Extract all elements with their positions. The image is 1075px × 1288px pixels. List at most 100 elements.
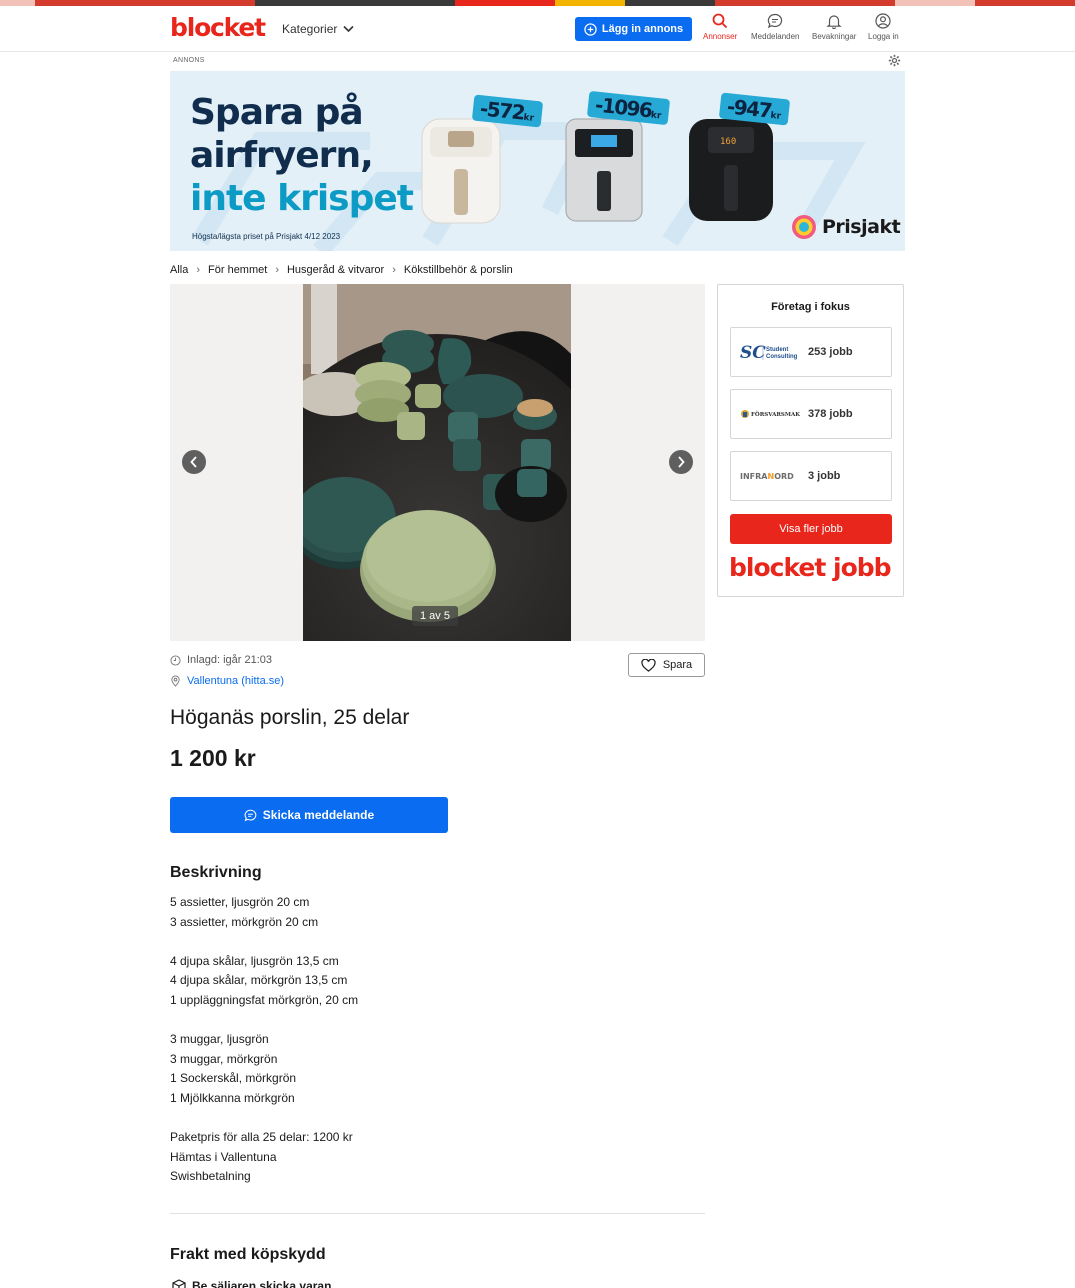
- breadcrumb: Alla › För hemmet › Husgeråd & vitvaror …: [170, 264, 513, 276]
- description-blank-line: [170, 932, 358, 952]
- prisjakt-text: Prisjakt: [822, 216, 901, 238]
- ad-label: ANNONS: [173, 57, 205, 64]
- svg-text:Student: Student: [766, 347, 788, 353]
- description-line: 4 djupa skålar, ljusgrön 13,5 cm: [170, 953, 339, 968]
- chat-icon: [244, 809, 257, 821]
- infranord-logo: INFRANORD: [740, 472, 794, 481]
- description-line: 1 Sockerskål, mörkgrön: [170, 1071, 297, 1086]
- nav-bevakningar[interactable]: Bevakningar: [812, 13, 856, 41]
- save-button[interactable]: Spara: [628, 653, 705, 677]
- chevron-right-icon: [678, 456, 685, 468]
- chevron-down-icon: [343, 25, 354, 33]
- gallery-prev-button[interactable]: [182, 450, 206, 474]
- svg-text:SC: SC: [740, 343, 766, 363]
- site-header: blocket Kategorier Lägg in annons Annons…: [0, 6, 1075, 52]
- location-link[interactable]: Vallentuna (hitta.se): [170, 675, 284, 687]
- svg-text:INFRANORD: INFRANORD: [740, 472, 794, 481]
- description-line: Swishbetalning: [170, 1169, 251, 1184]
- send-message-label: Skicka meddelande: [262, 808, 375, 822]
- breadcrumb-separator: ›: [392, 264, 396, 276]
- price-tag-1-unit: kr: [522, 112, 535, 124]
- shipping-option-label: Be säljaren skicka varan: [192, 1279, 332, 1288]
- price-tag-1-value: -572: [478, 96, 526, 125]
- companies-panel-title: Företag i fokus: [771, 301, 850, 313]
- description-line: 1 uppläggningsfat mörkgrön, 20 cm: [170, 992, 359, 1007]
- description-line: 4 djupa skålar, mörkgrön 13,5 cm: [170, 973, 348, 988]
- description-line: 5 assietter, ljusgrön 20 cm: [170, 895, 310, 909]
- price-tag-2-unit: kr: [650, 110, 662, 122]
- shipping-option[interactable]: Be säljaren skicka varan: [172, 1279, 331, 1288]
- nav-logga-in[interactable]: Logga in: [868, 13, 899, 41]
- clock-icon: [170, 654, 181, 666]
- breadcrumb-husgerad[interactable]: Husgeråd & vitvaror: [287, 264, 384, 276]
- breadcrumb-kokstillbehor[interactable]: Kökstillbehör & porslin: [404, 264, 513, 276]
- blocket-logo[interactable]: blocket: [170, 13, 266, 42]
- blocket-jobb-logo-left: blocket: [729, 553, 826, 582]
- categories-label: Kategorier: [282, 22, 338, 36]
- breadcrumb-separator: ›: [275, 264, 279, 276]
- listing-title: Höganäs porslin, 25 delar: [170, 706, 410, 729]
- nav-annonser-label: Annonser: [703, 32, 738, 41]
- svg-text:160: 160: [720, 137, 736, 147]
- listing-price: 1 200 kr: [170, 745, 256, 771]
- description-line: 3 muggar, ljusgrön: [170, 1032, 269, 1047]
- plus-circle-icon: [584, 22, 597, 36]
- chat-icon: [768, 13, 783, 29]
- prisjakt-ring-icon: [792, 215, 816, 239]
- description-line: Paketpris för alla 25 delar: 1200 kr: [170, 1130, 353, 1145]
- price-tag-2-value: -1096: [593, 92, 653, 123]
- company-jobs-count: 253 jobb: [808, 346, 853, 358]
- airfryer-black-image: 160: [689, 119, 773, 221]
- breadcrumb-for-hemmet[interactable]: För hemmet: [208, 264, 267, 276]
- price-tag-3-unit: kr: [769, 110, 782, 122]
- porcelain-photo: [303, 284, 571, 641]
- airfryer-steel-image: [565, 118, 643, 222]
- description-line: 1 Mjölkkanna mörkgrön: [170, 1090, 295, 1105]
- description-heading: Beskrivning: [170, 864, 262, 881]
- airfryer-white-image: [421, 118, 501, 224]
- nav-meddelanden[interactable]: Meddelanden: [751, 13, 799, 41]
- breadcrumb-alla[interactable]: Alla: [170, 264, 188, 276]
- banner-headline-line2: airfryern,: [190, 135, 374, 176]
- shipping-heading: Frakt med köpskydd: [170, 1246, 326, 1263]
- show-more-jobs-button[interactable]: Visa fler jobb: [730, 514, 892, 544]
- description-line: Hämtas i Vallentuna: [170, 1149, 277, 1164]
- gear-icon[interactable]: [888, 54, 901, 67]
- companies-in-focus-panel: Företag i fokus SC Student Consulting 25…: [717, 284, 904, 597]
- save-label: Spara: [662, 659, 693, 671]
- location-pin-icon: [171, 675, 180, 687]
- student-consulting-logo: SC Student Consulting: [740, 343, 798, 363]
- bell-icon: [826, 15, 842, 29]
- location-text: Vallentuna (hitta.se): [187, 675, 285, 687]
- blocket-jobb-logo[interactable]: blocket jobb: [729, 553, 892, 582]
- banner-headline-line1: Spara på: [190, 92, 364, 133]
- package-icon: [172, 1279, 186, 1288]
- chevron-left-icon: [190, 456, 197, 468]
- gallery-next-button[interactable]: [669, 450, 693, 474]
- company-forsvarsmakten[interactable]: FÖRSVARSMAKTEN 378 jobb: [730, 389, 892, 439]
- description-line: 3 muggar, mörkgrön: [170, 1051, 278, 1066]
- svg-text:FÖRSVARSMAKTEN: FÖRSVARSMAKTEN: [751, 411, 800, 418]
- nav-bevakningar-label: Bevakningar: [812, 32, 857, 41]
- company-jobs-count: 3 jobb: [808, 470, 841, 482]
- banner-footnote: Högsta/lägsta priset på Prisjakt 4/12 20…: [192, 232, 341, 241]
- search-icon: [712, 13, 728, 29]
- breadcrumb-separator: ›: [196, 264, 201, 276]
- user-icon: [875, 13, 891, 29]
- categories-menu[interactable]: Kategorier: [282, 22, 354, 36]
- nav-annonser[interactable]: Annonser: [703, 13, 737, 41]
- company-student-consulting[interactable]: SC Student Consulting 253 jobb: [730, 327, 892, 377]
- description-blank-line: [170, 1109, 358, 1129]
- send-message-button[interactable]: Skicka meddelande: [170, 797, 448, 833]
- company-infranord[interactable]: INFRANORD 3 jobb: [730, 451, 892, 501]
- image-gallery: 1 av 5: [170, 284, 705, 641]
- post-ad-button[interactable]: Lägg in annons: [575, 17, 692, 41]
- company-jobs-count: 378 jobb: [808, 408, 853, 420]
- listing-photo[interactable]: [303, 284, 571, 641]
- divider: [170, 1213, 705, 1214]
- posted-time: Inlagd: igår 21:03: [170, 654, 272, 666]
- description-text: 5 assietter, ljusgrön 20 cm 3 assietter, …: [170, 893, 358, 1187]
- ad-banner[interactable]: Spara på airfryern, inte krispet -572kr …: [170, 71, 905, 251]
- nav-logga-in-label: Logga in: [868, 32, 899, 41]
- svg-text:Consulting: Consulting: [766, 354, 798, 360]
